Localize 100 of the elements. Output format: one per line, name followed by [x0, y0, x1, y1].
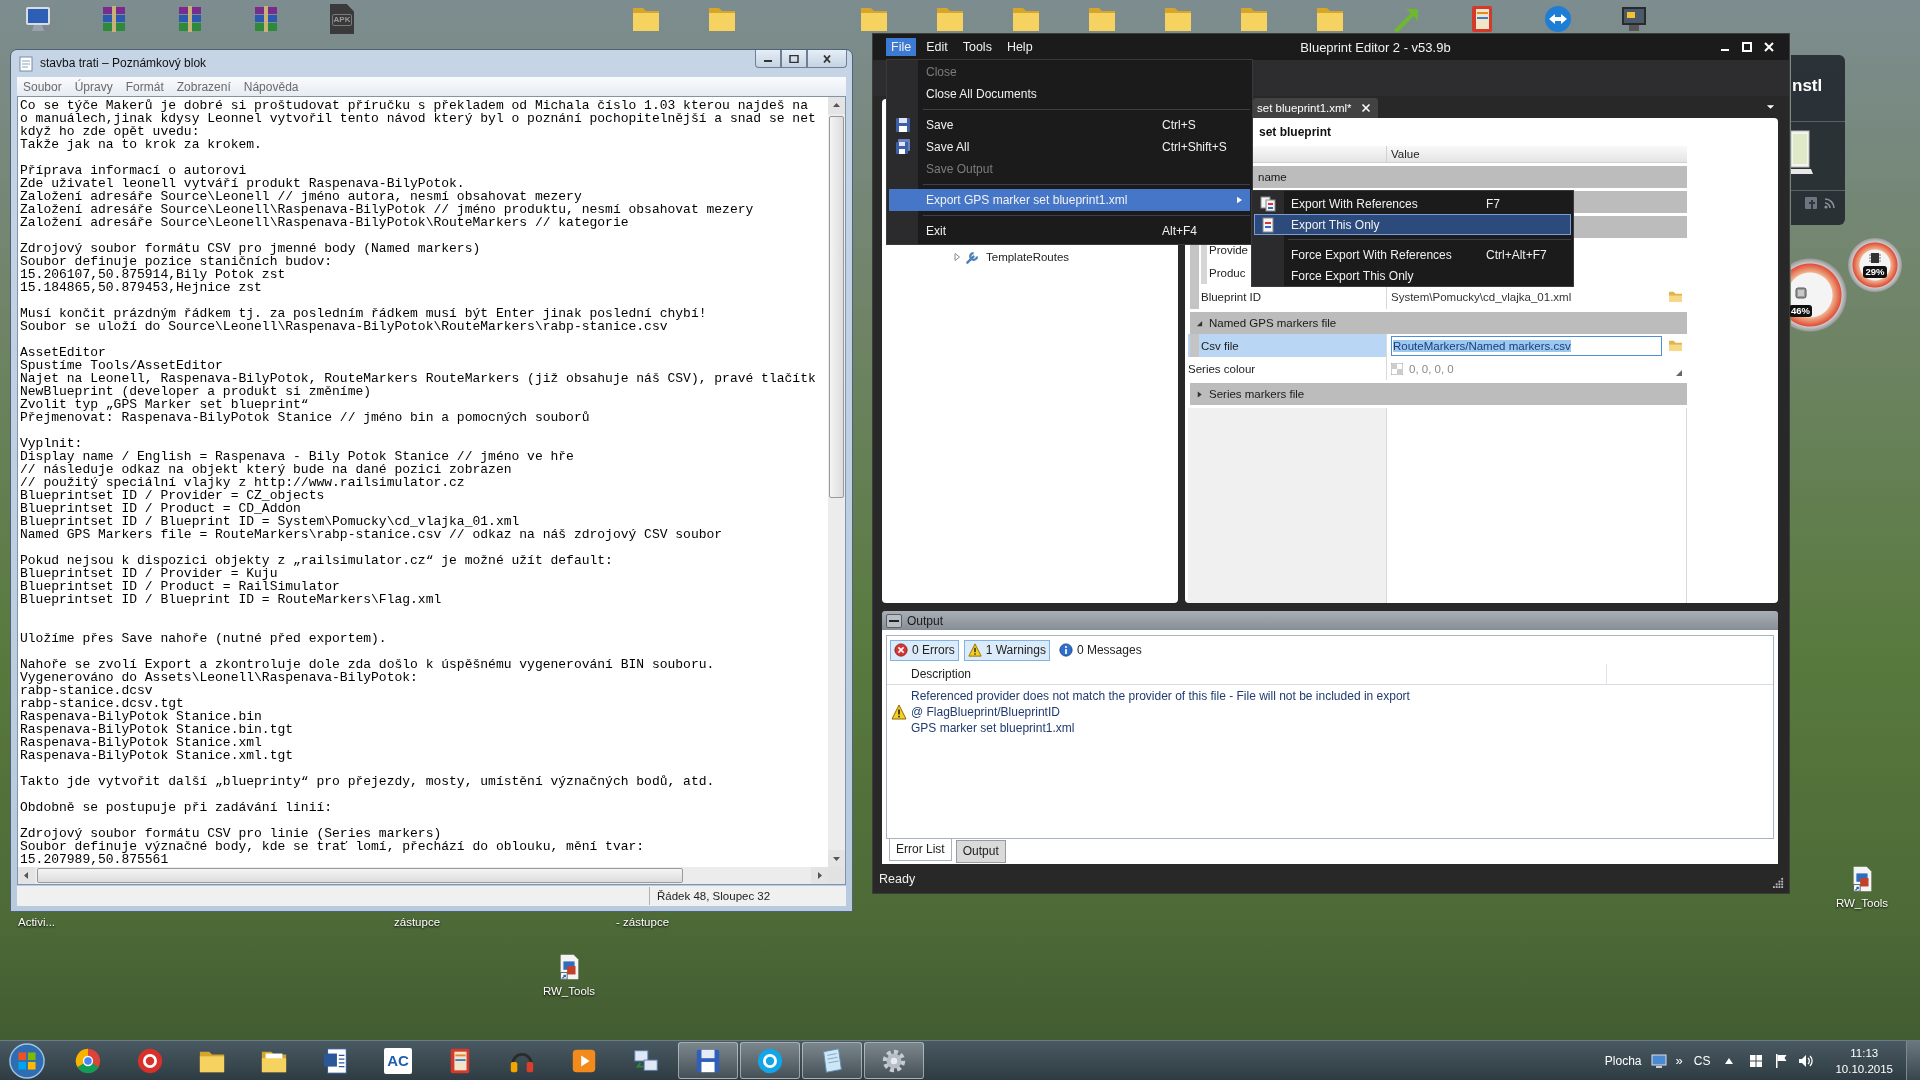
menu-item[interactable]: Formát [119, 79, 171, 94]
text-line: o manuálech,jinak kdysy Leonnel vytvořil tento návod který byl o poznání pochopitelnější a snad se net [20, 112, 817, 125]
tree-item[interactable]: TemplateRoutes [986, 251, 1070, 263]
close-button[interactable] [807, 50, 847, 68]
filter-toggle-button[interactable]: 0 Errors [890, 639, 959, 661]
square-logo-icon[interactable] [1805, 197, 1817, 209]
language-indicator[interactable]: CS [1693, 1053, 1711, 1068]
document-tab[interactable]: set blueprint1.xml* [1253, 98, 1378, 118]
dropdown-corner-icon[interactable] [1676, 370, 1682, 376]
horizontal-scrollbar[interactable] [18, 867, 828, 884]
menu-item[interactable]: Export This Only [1254, 214, 1571, 235]
desktop-icon-label[interactable]: RW_Tools [1835, 897, 1889, 909]
text-line: Příprava informací o autorovi [20, 164, 248, 177]
collapsed-triangle-icon[interactable] [953, 253, 961, 261]
ring-icon [136, 1046, 164, 1075]
status-text: Ready [879, 871, 916, 886]
up-triangle-icon[interactable] [1725, 1057, 1734, 1064]
feed-icon[interactable] [1824, 197, 1836, 209]
menu-item[interactable]: Nápověda [237, 79, 306, 94]
taskbar-app-button[interactable] [802, 1042, 862, 1079]
filter-toggle-button[interactable]: 0 Messages [1054, 639, 1146, 661]
category-row[interactable]: Named GPS markers file [1190, 312, 1687, 334]
menu-item[interactable]: Save All Ctrl+Shift+S [889, 136, 1250, 158]
warning-icon [967, 643, 982, 657]
desktop-icon-label[interactable]: Activi... [18, 916, 56, 928]
file-icon[interactable]: APK [330, 4, 354, 34]
resize-grip-icon[interactable] [1773, 877, 1784, 888]
panel-tab[interactable]: Error List [889, 839, 952, 861]
taskbar-app-button[interactable] [864, 1042, 924, 1079]
category-row[interactable]: Series markers file [1190, 383, 1687, 405]
taskbar-app-button[interactable] [740, 1042, 800, 1079]
menu-item[interactable]: File [886, 38, 917, 56]
menu-item[interactable]: Exit Alt+F4 [889, 220, 1250, 242]
computer-icon[interactable] [23, 4, 53, 34]
text-line: Zvolit typ „GPS Marker set blueprint“ [20, 398, 309, 411]
documents-icon [1260, 195, 1276, 212]
indent-bar [1190, 284, 1199, 309]
expanded-triangle-icon[interactable] [1196, 319, 1203, 327]
minimize-button[interactable] [755, 50, 781, 68]
property-name[interactable]: Provide [1209, 243, 1248, 256]
scrollbar-thumb[interactable] [829, 116, 844, 498]
text-line: Display name / English = Raspenava - Bily Potok Stanice // jméno ve hře [20, 450, 575, 463]
scroll-down-button[interactable] [828, 850, 845, 867]
toolbar-overflow-button[interactable]: » [1675, 1053, 1683, 1068]
maximize-icon [789, 54, 799, 63]
text-line: 15.207989,50.875561 [20, 853, 169, 866]
dropdown-arrow-icon[interactable] [1766, 104, 1775, 110]
menu-item[interactable]: Force Export This Only [1254, 265, 1571, 286]
menu-item[interactable]: Úpravy [68, 79, 120, 94]
text-line: Blueprintset ID / Provider = CZ_objects [20, 489, 325, 502]
scrollbar-thumb[interactable] [37, 868, 683, 883]
filter-toggle-button[interactable]: 1 Warnings [963, 639, 1050, 661]
scroll-up-button[interactable] [828, 97, 845, 114]
column-header[interactable]: Value [1386, 146, 1687, 162]
panel-tab[interactable]: Output [955, 840, 1006, 863]
color-swatch-icon[interactable] [1391, 362, 1403, 375]
menu-item[interactable]: Export With References F7 [1254, 193, 1571, 214]
menu-item[interactable]: Save Ctrl+S [889, 114, 1250, 136]
scroll-right-button[interactable] [811, 867, 828, 884]
text-field[interactable]: RouteMarkers/Named markers.csv [1391, 335, 1662, 356]
four-squares-icon[interactable] [1748, 1052, 1765, 1069]
minus-icon [889, 618, 899, 623]
monitor-icon[interactable] [1650, 1052, 1667, 1069]
close-icon[interactable] [1763, 41, 1775, 53]
start-button[interactable] [6, 1041, 48, 1080]
collapse-button[interactable] [886, 613, 902, 628]
property-name[interactable]: Series colour [1188, 362, 1256, 375]
column-header[interactable]: Description [887, 664, 1607, 684]
property-name[interactable]: Blueprint ID [1201, 290, 1262, 303]
menu-item[interactable]: Tools [957, 38, 997, 56]
monitor-icon[interactable] [1619, 4, 1649, 34]
maximize-button[interactable] [781, 50, 807, 68]
menu-item[interactable]: Export GPS marker set blueprint1.xml [889, 189, 1250, 211]
clock-button[interactable]: 11:13 10.10.2015 [1831, 1042, 1897, 1079]
maximize-icon[interactable] [1741, 41, 1753, 53]
scroll-left-button[interactable] [18, 867, 35, 884]
show-desktop-button[interactable] [1906, 1041, 1920, 1080]
menu-item[interactable]: Zobrazení [170, 79, 238, 94]
close-icon[interactable] [1360, 103, 1371, 113]
desktop-icon-label[interactable]: - zástupce [616, 916, 670, 928]
taskbar-app-button[interactable]: AC [368, 1042, 428, 1079]
floppy-disks-icon [895, 139, 911, 155]
menu-item[interactable]: Close All Documents [889, 83, 1250, 105]
text-line: Založení adresáře Source\Leonell\Raspenava-BilyPotok\RouteMarkers // kategorie [20, 216, 630, 229]
menu-item[interactable]: Soubor [17, 79, 69, 94]
vertical-scrollbar[interactable] [828, 97, 845, 867]
property-name[interactable]: Produc [1209, 266, 1246, 279]
panel-title: Output [907, 613, 944, 628]
collapsed-triangle-icon[interactable] [1196, 390, 1203, 398]
menu-item[interactable]: Help [1001, 38, 1038, 56]
desktop-icon-label[interactable]: RW_Tools [542, 985, 596, 997]
message-text[interactable]: Referenced provider does not match the provider of this file - File will not be included in export @ FlagBlueprint/BlueprintID GPS marker set blueprint1.xml [911, 688, 1410, 736]
taskbar-app-button[interactable] [678, 1042, 738, 1079]
wrench-icon [965, 249, 980, 265]
text-line: Blueprintset ID / Blueprint ID = System\Pomucky\cd_vlajka_01.xml [20, 515, 521, 528]
menu-item[interactable]: Force Export With References Ctrl+Alt+F7 [1254, 244, 1571, 265]
toolbar-label[interactable]: Plocha [1604, 1053, 1642, 1068]
property-name[interactable]: Csv file [1201, 339, 1239, 352]
desktop-icon-label[interactable]: zástupce [394, 916, 441, 928]
menu-item[interactable]: Edit [921, 38, 953, 56]
